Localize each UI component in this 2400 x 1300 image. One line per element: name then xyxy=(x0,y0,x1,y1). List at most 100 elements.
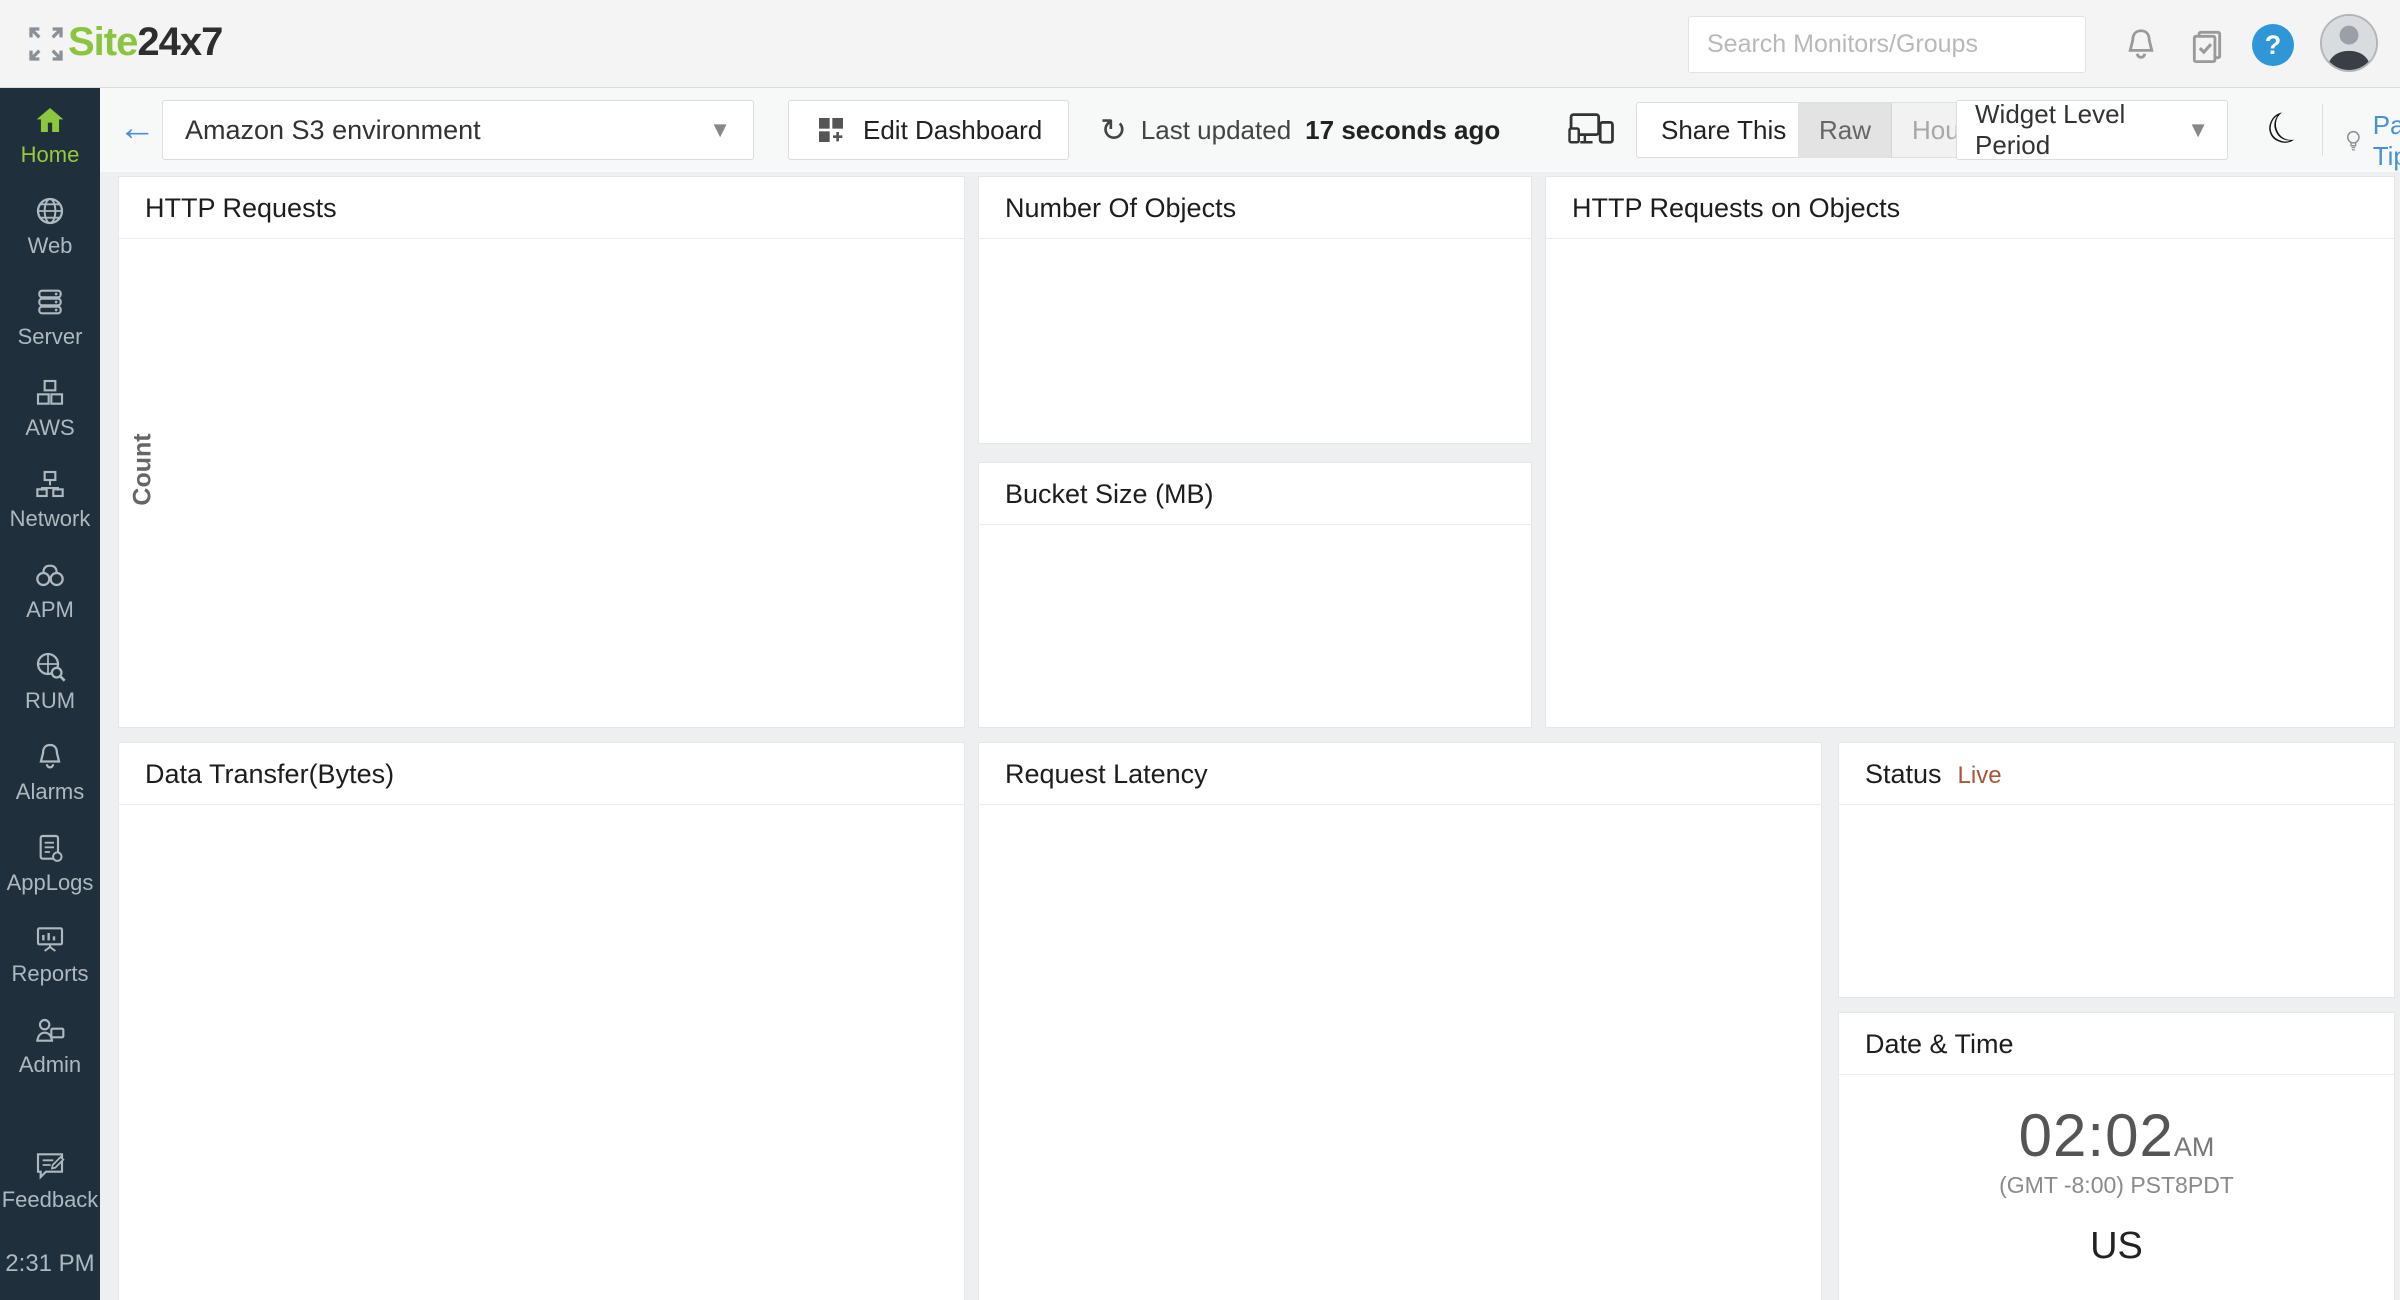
share-this-button[interactable]: Share This xyxy=(1636,102,1811,158)
sidebar-item-label: Reports xyxy=(11,961,88,987)
chart-title: HTTP Requests on Objects xyxy=(1546,177,2394,239)
expand-icon[interactable] xyxy=(26,24,66,64)
network-icon xyxy=(34,468,66,500)
date-time-title: Date & Time xyxy=(1839,1013,2394,1075)
sidebar-item-rum[interactable]: RUM xyxy=(0,650,100,741)
raw-toggle-option[interactable]: Raw xyxy=(1799,103,1892,157)
server-icon xyxy=(34,286,66,318)
clock-date: 23 Mar 2018 xyxy=(2027,1294,2207,1300)
rum-globe-magnifier-icon xyxy=(34,650,66,682)
sidebar-item-label: Admin xyxy=(19,1052,81,1078)
reports-icon xyxy=(34,923,66,955)
sidebar-item-label: Home xyxy=(21,142,80,168)
chart-title: Request Latency xyxy=(979,743,1821,805)
left-sidebar: Home Web Server AWS Network APM RUM Ala xyxy=(0,88,100,1300)
chart-title: Number Of Objects xyxy=(979,177,1531,239)
http-requests-on-objects-chart xyxy=(1546,239,2394,671)
lightbulb-icon xyxy=(2344,124,2363,158)
status-title-label: Status xyxy=(1865,759,1942,790)
chart-legend xyxy=(1546,671,2394,727)
chart-title: Data Transfer(Bytes) xyxy=(119,743,964,805)
devices-icon[interactable] xyxy=(1568,110,1614,150)
sidebar-item-apm[interactable]: APM xyxy=(0,559,100,650)
sidebar-item-label: Network xyxy=(10,506,91,532)
share-this-label: Share This xyxy=(1661,115,1786,146)
sidebar-item-network[interactable]: Network xyxy=(0,468,100,559)
back-button[interactable]: ← xyxy=(118,106,156,150)
sidebar-clock: 2:31 PM xyxy=(5,1250,94,1278)
dark-mode-moon-icon[interactable]: ☾ xyxy=(2258,98,2312,158)
page-tips-link[interactable]: Page Tips xyxy=(2344,110,2400,172)
sidebar-item-label: Feedback xyxy=(2,1187,99,1213)
y-axis-label: Count xyxy=(129,390,158,550)
avatar-photo-icon xyxy=(2322,16,2376,70)
last-updated: ↻ Last updated 17 seconds ago xyxy=(1100,100,1500,160)
sidebar-item-web[interactable]: Web xyxy=(0,195,100,286)
sidebar-item-reports[interactable]: Reports xyxy=(0,923,100,1014)
dashboard-select[interactable]: Amazon S3 environment ▼ xyxy=(162,100,754,160)
sidebar-item-label: APM xyxy=(26,597,74,623)
http-requests-card: HTTP Requests Count xyxy=(118,176,965,728)
sidebar-item-home[interactable]: Home xyxy=(0,104,100,195)
http-requests-on-objects-card: HTTP Requests on Objects xyxy=(1545,176,2395,728)
edit-dashboard-label: Edit Dashboard xyxy=(863,115,1042,146)
feedback-icon xyxy=(34,1149,66,1181)
clock-time-value: 02:02 xyxy=(2019,1102,2174,1169)
bell-icon[interactable] xyxy=(2122,26,2160,64)
sidebar-item-label: AppLogs xyxy=(7,870,94,896)
number-of-objects-card: Number Of Objects xyxy=(978,176,1532,444)
page-tips-label: Page Tips xyxy=(2373,110,2400,172)
date-time-card: Date & Time 02:02AM (GMT -8:00) PST8PDT … xyxy=(1838,1012,2395,1300)
clock-meridiem: AM xyxy=(2174,1132,2215,1162)
applogs-icon xyxy=(34,832,66,864)
sidebar-item-server[interactable]: Server xyxy=(0,286,100,377)
last-updated-value: 17 seconds ago xyxy=(1305,115,1500,146)
site24x7-dashboard: Site24x7 ? Home Web xyxy=(0,0,2400,1300)
last-updated-prefix: Last updated xyxy=(1141,115,1291,146)
http-requests-chart: Count xyxy=(119,239,964,671)
sidebar-item-admin[interactable]: Admin xyxy=(0,1014,100,1105)
sidebar-item-label: Server xyxy=(18,324,83,350)
sidebar-item-alarms[interactable]: Alarms xyxy=(0,741,100,832)
widget-level-period-value: Widget Level Period xyxy=(1975,99,2187,161)
edit-dashboard-button[interactable]: Edit Dashboard xyxy=(788,100,1069,160)
user-avatar[interactable] xyxy=(2320,14,2378,72)
site24x7-logo: Site24x7 xyxy=(68,20,222,65)
sidebar-item-label: Web xyxy=(28,233,73,259)
clock-time: 02:02AM xyxy=(2019,1101,2215,1170)
status-card: Status Live xyxy=(1838,742,2395,998)
admin-icon xyxy=(34,1014,66,1046)
sidebar-item-feedback[interactable]: Feedback xyxy=(0,1149,100,1240)
sidebar-item-aws[interactable]: AWS xyxy=(0,377,100,468)
bucket-size-card: Bucket Size (MB) xyxy=(978,462,1532,728)
widget-level-period-select[interactable]: Widget Level Period ▼ xyxy=(1956,100,2228,160)
bucket-size-chart xyxy=(979,525,1531,727)
sidebar-item-label: Alarms xyxy=(16,779,84,805)
data-transfer-chart xyxy=(119,805,964,1247)
dashboard-header: ← Amazon S3 environment ▼ Edit Dashboard… xyxy=(100,88,2400,172)
chevron-down-icon: ▼ xyxy=(2187,117,2209,143)
aws-cubes-icon xyxy=(34,377,66,409)
chart-legend xyxy=(119,671,964,727)
status-title: Status Live xyxy=(1839,743,2394,805)
chart-legend xyxy=(119,1247,964,1300)
help-icon[interactable]: ? xyxy=(2252,24,2294,66)
chevron-down-icon: ▼ xyxy=(709,117,731,143)
dashboard-select-value: Amazon S3 environment xyxy=(185,115,481,146)
logo-site: Site xyxy=(68,20,137,64)
logo-24x7: 24x7 xyxy=(137,20,222,64)
status-tiles xyxy=(1839,805,2394,997)
edit-dashboard-grid-icon xyxy=(815,114,847,146)
top-bar: Site24x7 ? xyxy=(0,0,2400,88)
sidebar-item-label: RUM xyxy=(25,688,75,714)
clock-region: US xyxy=(2090,1225,2143,1268)
tasks-icon[interactable] xyxy=(2188,26,2226,64)
header-divider xyxy=(2322,104,2323,156)
sidebar-item-applogs[interactable]: AppLogs xyxy=(0,832,100,923)
refresh-icon[interactable]: ↻ xyxy=(1100,111,1127,149)
request-latency-card: Request Latency xyxy=(978,742,1822,1300)
alarm-bell-icon xyxy=(34,741,66,773)
search-input[interactable] xyxy=(1688,16,2086,73)
chart-title: HTTP Requests xyxy=(119,177,964,239)
sidebar-item-label: AWS xyxy=(25,415,74,441)
